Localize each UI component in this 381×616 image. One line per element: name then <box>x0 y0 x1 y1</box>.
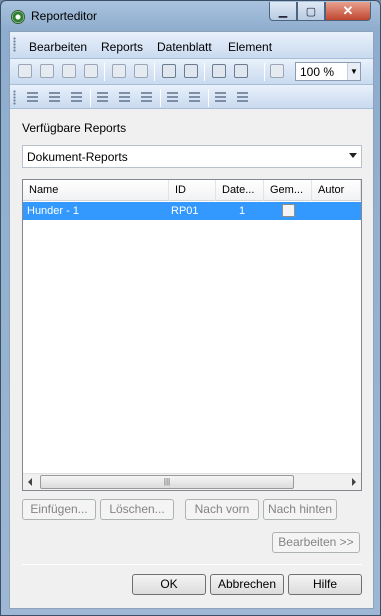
menu-bearbeiten[interactable]: Bearbeiten <box>29 40 87 54</box>
chevron-down-icon[interactable] <box>349 153 357 158</box>
delete-icon[interactable] <box>84 64 98 78</box>
toolbar-separator <box>160 89 161 107</box>
toolbar-grip[interactable] <box>13 90 16 105</box>
copy-icon[interactable] <box>40 64 54 78</box>
scrollbar-thumb[interactable]: ||| <box>40 475 294 489</box>
shared-checkbox[interactable] <box>282 204 295 217</box>
horizontal-spacing-icon[interactable] <box>214 90 228 104</box>
list-header: Name ID Date... Gem... Autor <box>23 180 361 201</box>
insert-button[interactable]: Einfügen... <box>22 499 96 520</box>
cell-date: 1 <box>239 205 246 217</box>
align-right-icon[interactable] <box>140 90 154 104</box>
reports-list[interactable]: Name ID Date... Gem... Autor Hunder - 1 … <box>22 179 362 491</box>
vertical-spacing-icon[interactable] <box>236 90 250 104</box>
menu-element[interactable]: Element <box>228 40 272 54</box>
paste-icon[interactable] <box>62 64 76 78</box>
report-type-select[interactable]: Dokument-Reports <box>22 145 362 168</box>
export-icon[interactable] <box>134 64 148 78</box>
toolbar-separator <box>154 63 155 81</box>
horizontal-scrollbar[interactable]: ||| <box>23 473 361 490</box>
align-center-icon[interactable] <box>118 90 132 104</box>
menu-datenblatt[interactable]: Datenblatt <box>157 40 212 54</box>
align-bottom-icon[interactable] <box>70 90 84 104</box>
chevron-down-icon[interactable]: ▼ <box>347 63 360 80</box>
window-title: Reporteditor <box>31 9 98 23</box>
crop-icon[interactable] <box>270 64 284 78</box>
app-icon <box>11 10 25 24</box>
column-header-author[interactable]: Autor <box>312 180 361 201</box>
same-width-icon[interactable] <box>166 90 180 104</box>
client-area: Bearbeiten Reports Datenblatt Element 10… <box>9 31 374 609</box>
menu-bar: Bearbeiten Reports Datenblatt Element <box>10 32 373 59</box>
cancel-button[interactable]: Abbrechen <box>210 574 284 595</box>
edit-button[interactable]: Bearbeiten >> <box>272 532 360 553</box>
column-header-date[interactable]: Date... <box>216 180 264 201</box>
align-left-icon[interactable] <box>96 90 110 104</box>
available-reports-label: Verfügbare Reports <box>22 121 127 135</box>
move-down-button[interactable]: Nach hinten <box>263 499 337 520</box>
maximize-icon: ▢ <box>305 5 317 18</box>
toolbar-separator <box>208 89 209 107</box>
align-top-icon[interactable] <box>26 90 40 104</box>
menubar-grip[interactable] <box>13 37 16 52</box>
column-header-shared[interactable]: Gem... <box>264 180 312 201</box>
toolbar-separator <box>90 89 91 107</box>
zoom-value: 100 % <box>300 65 335 79</box>
copy-format-icon[interactable] <box>212 64 226 78</box>
maximize-button[interactable]: ▢ <box>297 2 325 21</box>
column-header-id[interactable]: ID <box>169 180 216 201</box>
print-preview-icon[interactable] <box>162 64 176 78</box>
help-button[interactable]: Hilfe <box>288 574 362 595</box>
title-bar[interactable]: Reporteditor ▁ ▢ ✕ <box>1 1 380 31</box>
scroll-left-icon[interactable] <box>28 478 32 486</box>
print-icon[interactable] <box>184 64 198 78</box>
same-height-icon[interactable] <box>188 90 202 104</box>
close-icon: ✕ <box>342 3 354 18</box>
column-header-name[interactable]: Name <box>23 180 169 201</box>
minimize-button[interactable]: ▁ <box>269 2 297 21</box>
report-type-value: Dokument-Reports <box>27 150 128 164</box>
ok-button[interactable]: OK <box>132 574 206 595</box>
align-middle-icon[interactable] <box>48 90 62 104</box>
report-editor-window: Reporteditor ▁ ▢ ✕ Bearbeiten Reports Da… <box>0 0 381 616</box>
minimize-icon: ▁ <box>278 5 288 18</box>
toolbar-separator <box>264 63 265 81</box>
import-icon[interactable] <box>112 64 126 78</box>
divider <box>22 564 362 565</box>
cell-id: RP01 <box>171 205 199 217</box>
menu-reports[interactable]: Reports <box>101 40 143 54</box>
scroll-right-icon[interactable] <box>352 478 356 486</box>
zoom-select[interactable]: 100 % ▼ <box>295 62 361 81</box>
toolbar-separator <box>204 63 205 81</box>
standard-toolbar: 100 % ▼ <box>10 59 373 85</box>
cut-icon[interactable] <box>18 64 32 78</box>
toolbar-separator <box>104 63 105 81</box>
delete-button[interactable]: Löschen... <box>100 499 174 520</box>
move-up-button[interactable]: Nach vorn <box>185 499 259 520</box>
cell-name: Hunder - 1 <box>27 205 79 217</box>
layout-toolbar <box>10 85 373 109</box>
table-row[interactable]: Hunder - 1 RP01 1 <box>23 202 361 220</box>
paste-special-icon[interactable] <box>234 64 248 78</box>
grip-icon: ||| <box>163 477 171 486</box>
close-button[interactable]: ✕ <box>325 2 371 21</box>
